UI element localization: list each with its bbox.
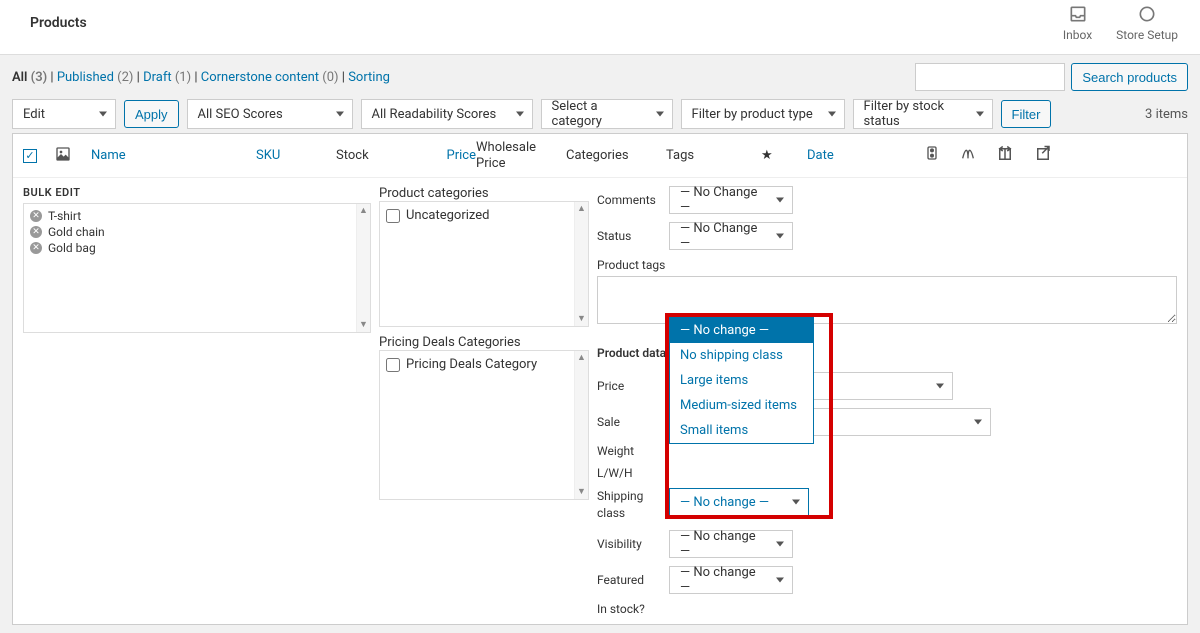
- status-draft[interactable]: Draft (1): [143, 70, 191, 85]
- instock-label: In stock?: [597, 602, 657, 616]
- readability-select[interactable]: All Readability Scores: [361, 99, 533, 129]
- column-tags: Tags: [666, 148, 761, 163]
- shipping-dropdown-menu: — No change — No shipping class Large it…: [669, 317, 814, 444]
- column-date[interactable]: Date: [807, 148, 922, 163]
- product-categories-title: Product categories: [379, 186, 589, 201]
- category-uncategorized[interactable]: Uncategorized: [386, 208, 582, 223]
- shipping-class-select[interactable]: — No change —: [669, 488, 809, 516]
- remove-item-icon[interactable]: ✕: [30, 242, 42, 254]
- apply-button[interactable]: Apply: [124, 100, 179, 128]
- column-stock: Stock: [336, 148, 416, 163]
- bulk-edit-title: BULK EDIT: [23, 186, 371, 199]
- list-item: ✕Gold bag: [30, 240, 364, 256]
- column-price[interactable]: Price: [416, 148, 476, 163]
- column-sku[interactable]: SKU: [256, 148, 336, 163]
- comments-label: Comments: [597, 193, 657, 207]
- scroll-down-icon[interactable]: ▼: [575, 485, 588, 499]
- shipping-option[interactable]: — No change —: [670, 318, 813, 343]
- column-name[interactable]: Name: [91, 148, 256, 163]
- column-categories: Categories: [566, 148, 666, 163]
- shipping-option[interactable]: Small items: [670, 418, 813, 443]
- featured-star-icon: ★: [761, 148, 807, 163]
- comments-select[interactable]: — No Change —: [669, 186, 793, 214]
- seo-column-icon: [924, 145, 940, 167]
- column-wholesale: Wholesale Price: [476, 140, 566, 171]
- select-all-checkbox[interactable]: ✓: [23, 149, 37, 163]
- search-button[interactable]: Search products: [1071, 63, 1188, 91]
- visibility-label: Visibility: [597, 537, 657, 551]
- status-filter-links: All (3) | Published (2) | Draft (1) | Co…: [12, 70, 390, 85]
- remove-item-icon[interactable]: ✕: [30, 226, 42, 238]
- readability-column-icon: [960, 145, 976, 167]
- price-label: Price: [597, 379, 657, 393]
- scroll-up-icon[interactable]: ▲: [575, 351, 588, 365]
- pricing-deals-box: Pricing Deals Category ▲ ▼: [379, 350, 589, 500]
- scroll-down-icon[interactable]: ▼: [575, 312, 588, 326]
- status-sorting[interactable]: Sorting: [348, 70, 390, 85]
- external-column-icon: [1034, 145, 1052, 167]
- product-type-select[interactable]: Filter by product type: [681, 99, 845, 129]
- product-tags-label: Product tags: [597, 258, 1177, 272]
- scroll-up-icon[interactable]: ▲: [357, 204, 370, 218]
- category-checkbox[interactable]: [386, 209, 400, 223]
- bulk-item-list: ✕T-shirt ✕Gold chain ✕Gold bag ▲ ▼: [23, 203, 371, 333]
- category-checkbox[interactable]: [386, 358, 400, 372]
- weight-label: Weight: [597, 444, 657, 458]
- product-categories-box: Uncategorized ▲ ▼: [379, 201, 589, 327]
- scroll-up-icon[interactable]: ▲: [575, 202, 588, 216]
- scroll-down-icon[interactable]: ▼: [357, 318, 370, 332]
- remove-item-icon[interactable]: ✕: [30, 210, 42, 222]
- list-item: ✕Gold chain: [30, 224, 364, 240]
- bulk-action-select[interactable]: Edit: [12, 99, 116, 129]
- filter-button[interactable]: Filter: [1001, 100, 1052, 128]
- shipping-option[interactable]: Medium-sized items: [670, 393, 813, 418]
- pricing-deals-title: Pricing Deals Categories: [379, 335, 589, 350]
- visibility-select[interactable]: — No change —: [669, 530, 793, 558]
- status-select[interactable]: — No Change —: [669, 222, 793, 250]
- list-item: ✕T-shirt: [30, 208, 364, 224]
- shipping-label: Shipping class: [597, 488, 657, 522]
- seo-score-select[interactable]: All SEO Scores: [187, 99, 353, 129]
- inbox-icon: [1068, 4, 1088, 24]
- link-column-icon: [996, 145, 1014, 167]
- category-select[interactable]: Select a category: [541, 99, 673, 129]
- status-cornerstone[interactable]: Cornerstone content (0): [201, 70, 339, 85]
- items-count: 3 items: [1145, 107, 1188, 122]
- pricing-deals-category[interactable]: Pricing Deals Category: [386, 357, 582, 372]
- sale-label: Sale: [597, 415, 657, 429]
- featured-select[interactable]: — No change —: [669, 566, 793, 594]
- stock-status-select[interactable]: Filter by stock status: [853, 99, 993, 129]
- status-published[interactable]: Published (2): [57, 70, 134, 85]
- image-column-icon: [55, 146, 91, 166]
- inbox-label: Inbox: [1063, 28, 1092, 42]
- store-setup-action[interactable]: Store Setup: [1116, 4, 1178, 42]
- shipping-option[interactable]: Large items: [670, 368, 813, 393]
- store-setup-label: Store Setup: [1116, 28, 1178, 42]
- circle-icon: [1137, 4, 1157, 24]
- status-label: Status: [597, 229, 657, 243]
- featured-label: Featured: [597, 573, 657, 587]
- page-title: Products: [30, 15, 87, 31]
- search-input[interactable]: [915, 63, 1065, 91]
- status-all[interactable]: All (3): [12, 70, 47, 85]
- inbox-action[interactable]: Inbox: [1063, 4, 1092, 42]
- lwh-label: L/W/H: [597, 466, 657, 480]
- shipping-option[interactable]: No shipping class: [670, 343, 813, 368]
